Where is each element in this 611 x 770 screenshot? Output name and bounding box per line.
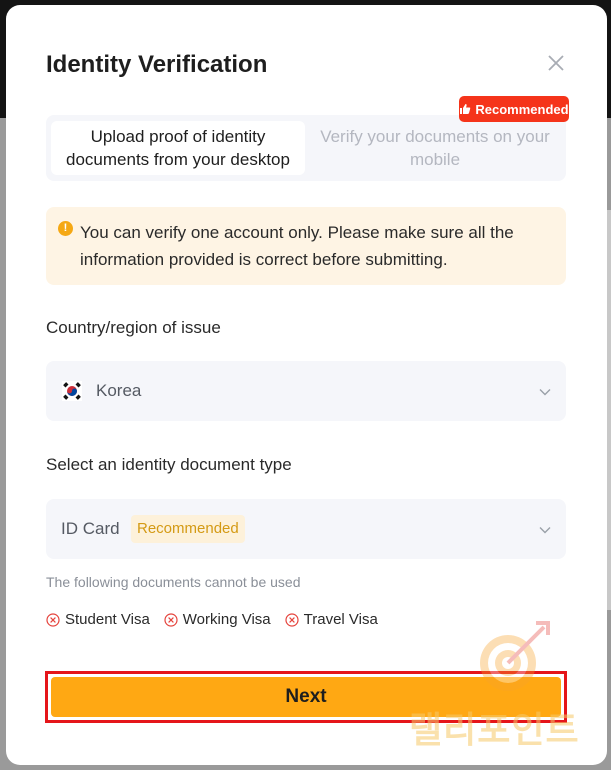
recommended-tag: Recommended [459,96,569,122]
document-type-select[interactable]: ID Card Recommended [46,499,566,559]
notice-text: You can verify one account only. Please … [80,223,514,269]
excluded-document-label: Working Visa [182,611,271,628]
verification-method-tabs: Upload proof of identity documents from … [46,115,566,181]
chevron-down-icon [539,389,551,396]
thumbs-up-icon [460,104,471,114]
tab-mobile-label: Verify your documents on your mobile [320,127,550,169]
next-button-label: Next [285,686,327,707]
tab-upload-desktop[interactable]: Upload proof of identity documents from … [51,121,305,175]
excluded-document-label: Travel Visa [303,611,378,628]
list-item: Student Visa [46,611,150,628]
list-item: Working Visa [164,611,271,628]
tab-upload-label: Upload proof of identity documents from … [66,127,290,169]
x-circle-icon [164,612,178,627]
close-icon[interactable] [546,53,566,73]
list-item: Travel Visa [285,611,378,628]
tab-verify-mobile[interactable]: Verify your documents on your mobile [308,121,562,175]
modal-title: Identity Verification [46,51,268,78]
document-type-label: Select an identity document type [46,455,292,474]
excluded-documents-hint: The following documents cannot be used [46,574,301,590]
single-account-notice: ! You can verify one account only. Pleas… [46,207,566,285]
korea-flag-icon [62,381,82,401]
country-select[interactable]: Korea [46,361,566,421]
excluded-documents-list: Student Visa Working Visa Travel Visa [46,611,378,628]
target-watermark-icon [480,621,550,691]
watermark-text: 랠리포인트 [409,709,580,750]
country-value: Korea [96,381,142,400]
warning-icon: ! [58,221,73,236]
country-label: Country/region of issue [46,318,221,337]
recommended-tag-label: Recommended [475,101,569,117]
x-circle-icon [285,612,299,627]
recommended-badge: Recommended [131,515,245,543]
x-circle-icon [46,612,60,627]
chevron-down-icon [539,527,551,534]
document-type-value: ID Card [61,519,120,538]
excluded-document-label: Student Visa [65,611,150,628]
